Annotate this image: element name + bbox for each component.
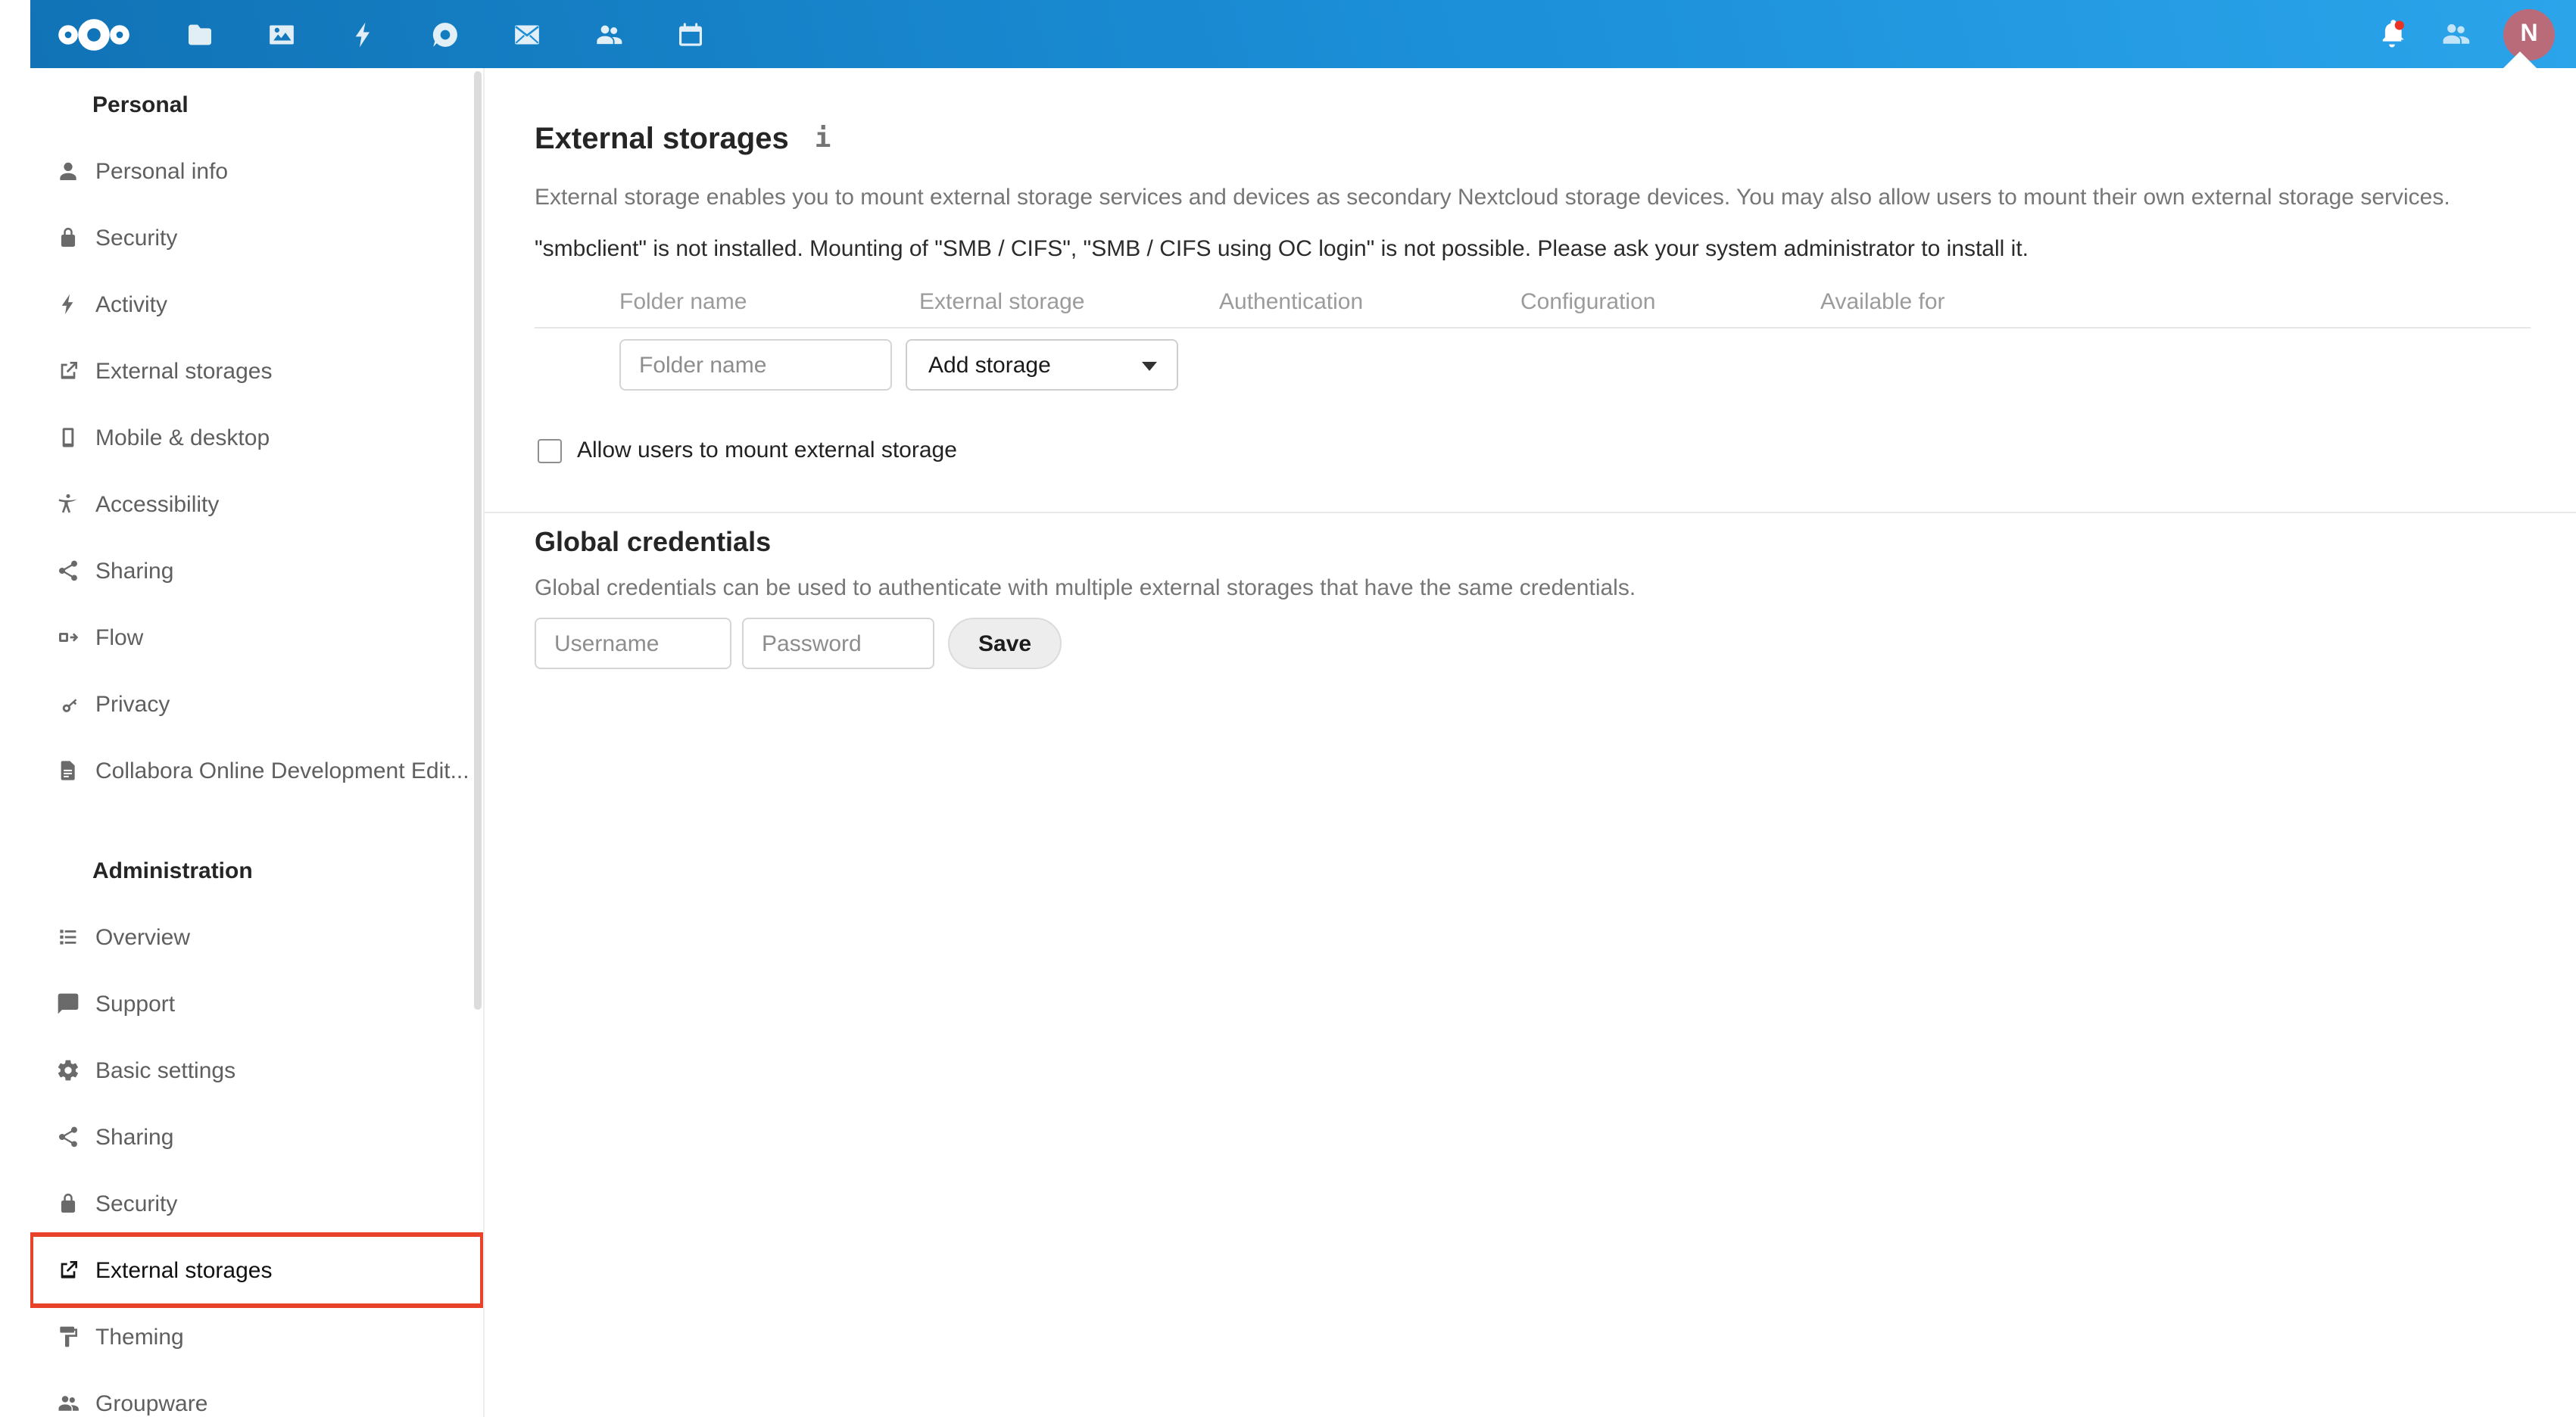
sidebar-item-mobile-desktop[interactable]: Mobile & desktop [33, 404, 480, 471]
gear-icon [56, 1058, 80, 1082]
sidebar-item-basic-settings[interactable]: Basic settings [33, 1037, 480, 1104]
section-divider [485, 512, 2576, 513]
mail-envelope-icon [515, 24, 539, 44]
sidebar-item-external-storages-personal[interactable]: External storages [33, 338, 480, 404]
sidebar-item-security-personal[interactable]: Security [33, 204, 480, 271]
contacts-people-icon [597, 24, 622, 44]
sidebar-item-sharing-admin[interactable]: Sharing [33, 1104, 480, 1170]
password-field[interactable] [742, 618, 934, 669]
sidebar-item-sharing-personal[interactable]: Sharing [33, 537, 480, 604]
sidebar-item-groupware[interactable]: Groupware [33, 1370, 480, 1417]
avatar-menu-caret [2503, 51, 2537, 68]
app-files-button[interactable] [185, 19, 215, 49]
sidebar-item-accessibility[interactable]: Accessibility [33, 471, 480, 537]
username-field[interactable] [535, 618, 731, 669]
app-photos-button[interactable] [267, 19, 297, 49]
lock-icon [56, 1191, 80, 1216]
sidebar-item-external-storages-admin[interactable]: External storages [30, 1232, 483, 1308]
smartphone-icon [56, 425, 80, 450]
sidebar-item-theming[interactable]: Theming [33, 1303, 480, 1370]
app-menu [185, 19, 706, 49]
calendar-icon [679, 22, 702, 45]
save-button[interactable]: Save [948, 618, 1062, 669]
storage-table-header: Folder name External storage Authenticat… [535, 289, 2531, 329]
column-external-storage: External storage [919, 289, 1085, 315]
settings-sidebar: Personal Personal info Security Activity… [30, 68, 485, 1417]
column-folder-name: Folder name [619, 289, 747, 315]
talk-bubble-icon [432, 22, 457, 46]
sidebar-item-activity[interactable]: Activity [33, 271, 480, 338]
top-bar: N [30, 0, 2576, 68]
sidebar-item-privacy[interactable]: Privacy [33, 671, 480, 737]
accessibility-icon [56, 492, 80, 516]
notifications-button[interactable] [2376, 18, 2408, 50]
global-credentials-title: Global credentials [535, 527, 772, 557]
activity-lightning-icon [355, 21, 370, 47]
allow-mount-checkbox[interactable] [538, 438, 562, 462]
app-calendar-button[interactable] [675, 19, 706, 49]
add-storage-label: Add storage [928, 352, 1051, 378]
flow-icon [56, 625, 80, 649]
share-icon [56, 1125, 80, 1149]
sidebar-item-support[interactable]: Support [33, 970, 480, 1037]
sidebar-section-personal: Personal [92, 92, 189, 117]
page-title: External storages [535, 123, 789, 156]
app-contacts-button[interactable] [594, 19, 624, 49]
sidebar-item-overview[interactable]: Overview [33, 904, 480, 970]
app-activity-button[interactable] [348, 19, 379, 49]
sidebar-item-personal-info[interactable]: Personal info [33, 138, 480, 204]
notification-dot [2394, 20, 2404, 30]
column-available-for: Available for [1820, 289, 1945, 315]
chevron-down-icon [1142, 362, 1157, 371]
external-storages-panel: External storages i External storage ena… [486, 68, 2576, 1417]
app-mail-button[interactable] [512, 19, 542, 49]
app-window: N Personal Personal info Security Activi… [0, 0, 2576, 1417]
global-credentials-section: Global credentials Global credentials ca… [535, 524, 2576, 669]
column-authentication: Authentication [1219, 289, 1364, 315]
files-folder-icon [189, 23, 211, 45]
chat-bubble-icon [56, 992, 80, 1016]
app-talk-button[interactable] [430, 19, 460, 49]
lock-icon [56, 226, 80, 250]
allow-mount-label[interactable]: Allow users to mount external storage [577, 438, 957, 463]
sidebar-item-security-admin[interactable]: Security [33, 1170, 480, 1237]
external-storage-icon [56, 1258, 80, 1282]
folder-name-input[interactable] [619, 339, 892, 391]
new-storage-row: Add storage [535, 339, 2576, 391]
intro-text: External storage enables you to mount ex… [535, 185, 2450, 210]
nextcloud-logo[interactable] [58, 17, 133, 51]
credentials-row: Save [535, 618, 2576, 669]
contacts-menu-icon [2443, 24, 2470, 44]
user-icon [56, 159, 80, 183]
global-credentials-description: Global credentials can be used to authen… [535, 575, 1636, 601]
list-icon [56, 925, 80, 949]
column-configuration: Configuration [1520, 289, 1656, 315]
key-icon [56, 692, 80, 716]
lightning-icon [56, 292, 80, 316]
allow-mount-row: Allow users to mount external storage [535, 438, 2576, 463]
sidebar-item-flow[interactable]: Flow [33, 604, 480, 671]
info-icon[interactable]: i [815, 123, 831, 154]
photos-icon [270, 24, 294, 44]
sidebar-section-administration: Administration [92, 858, 253, 883]
share-icon [56, 559, 80, 583]
people-icon [56, 1391, 80, 1415]
external-storage-icon [56, 359, 80, 383]
contacts-menu-button[interactable] [2440, 18, 2472, 50]
document-icon [56, 758, 80, 783]
smbclient-warning-text: "smbclient" is not installed. Mounting o… [535, 236, 2029, 262]
notifications-bell-icon [2382, 20, 2404, 48]
sidebar-scrollbar[interactable] [474, 71, 482, 1010]
sidebar-item-collabora[interactable]: Collabora Online Development Edit... [33, 737, 480, 804]
paint-roller-icon [56, 1325, 80, 1349]
add-storage-select[interactable]: Add storage [906, 339, 1178, 391]
